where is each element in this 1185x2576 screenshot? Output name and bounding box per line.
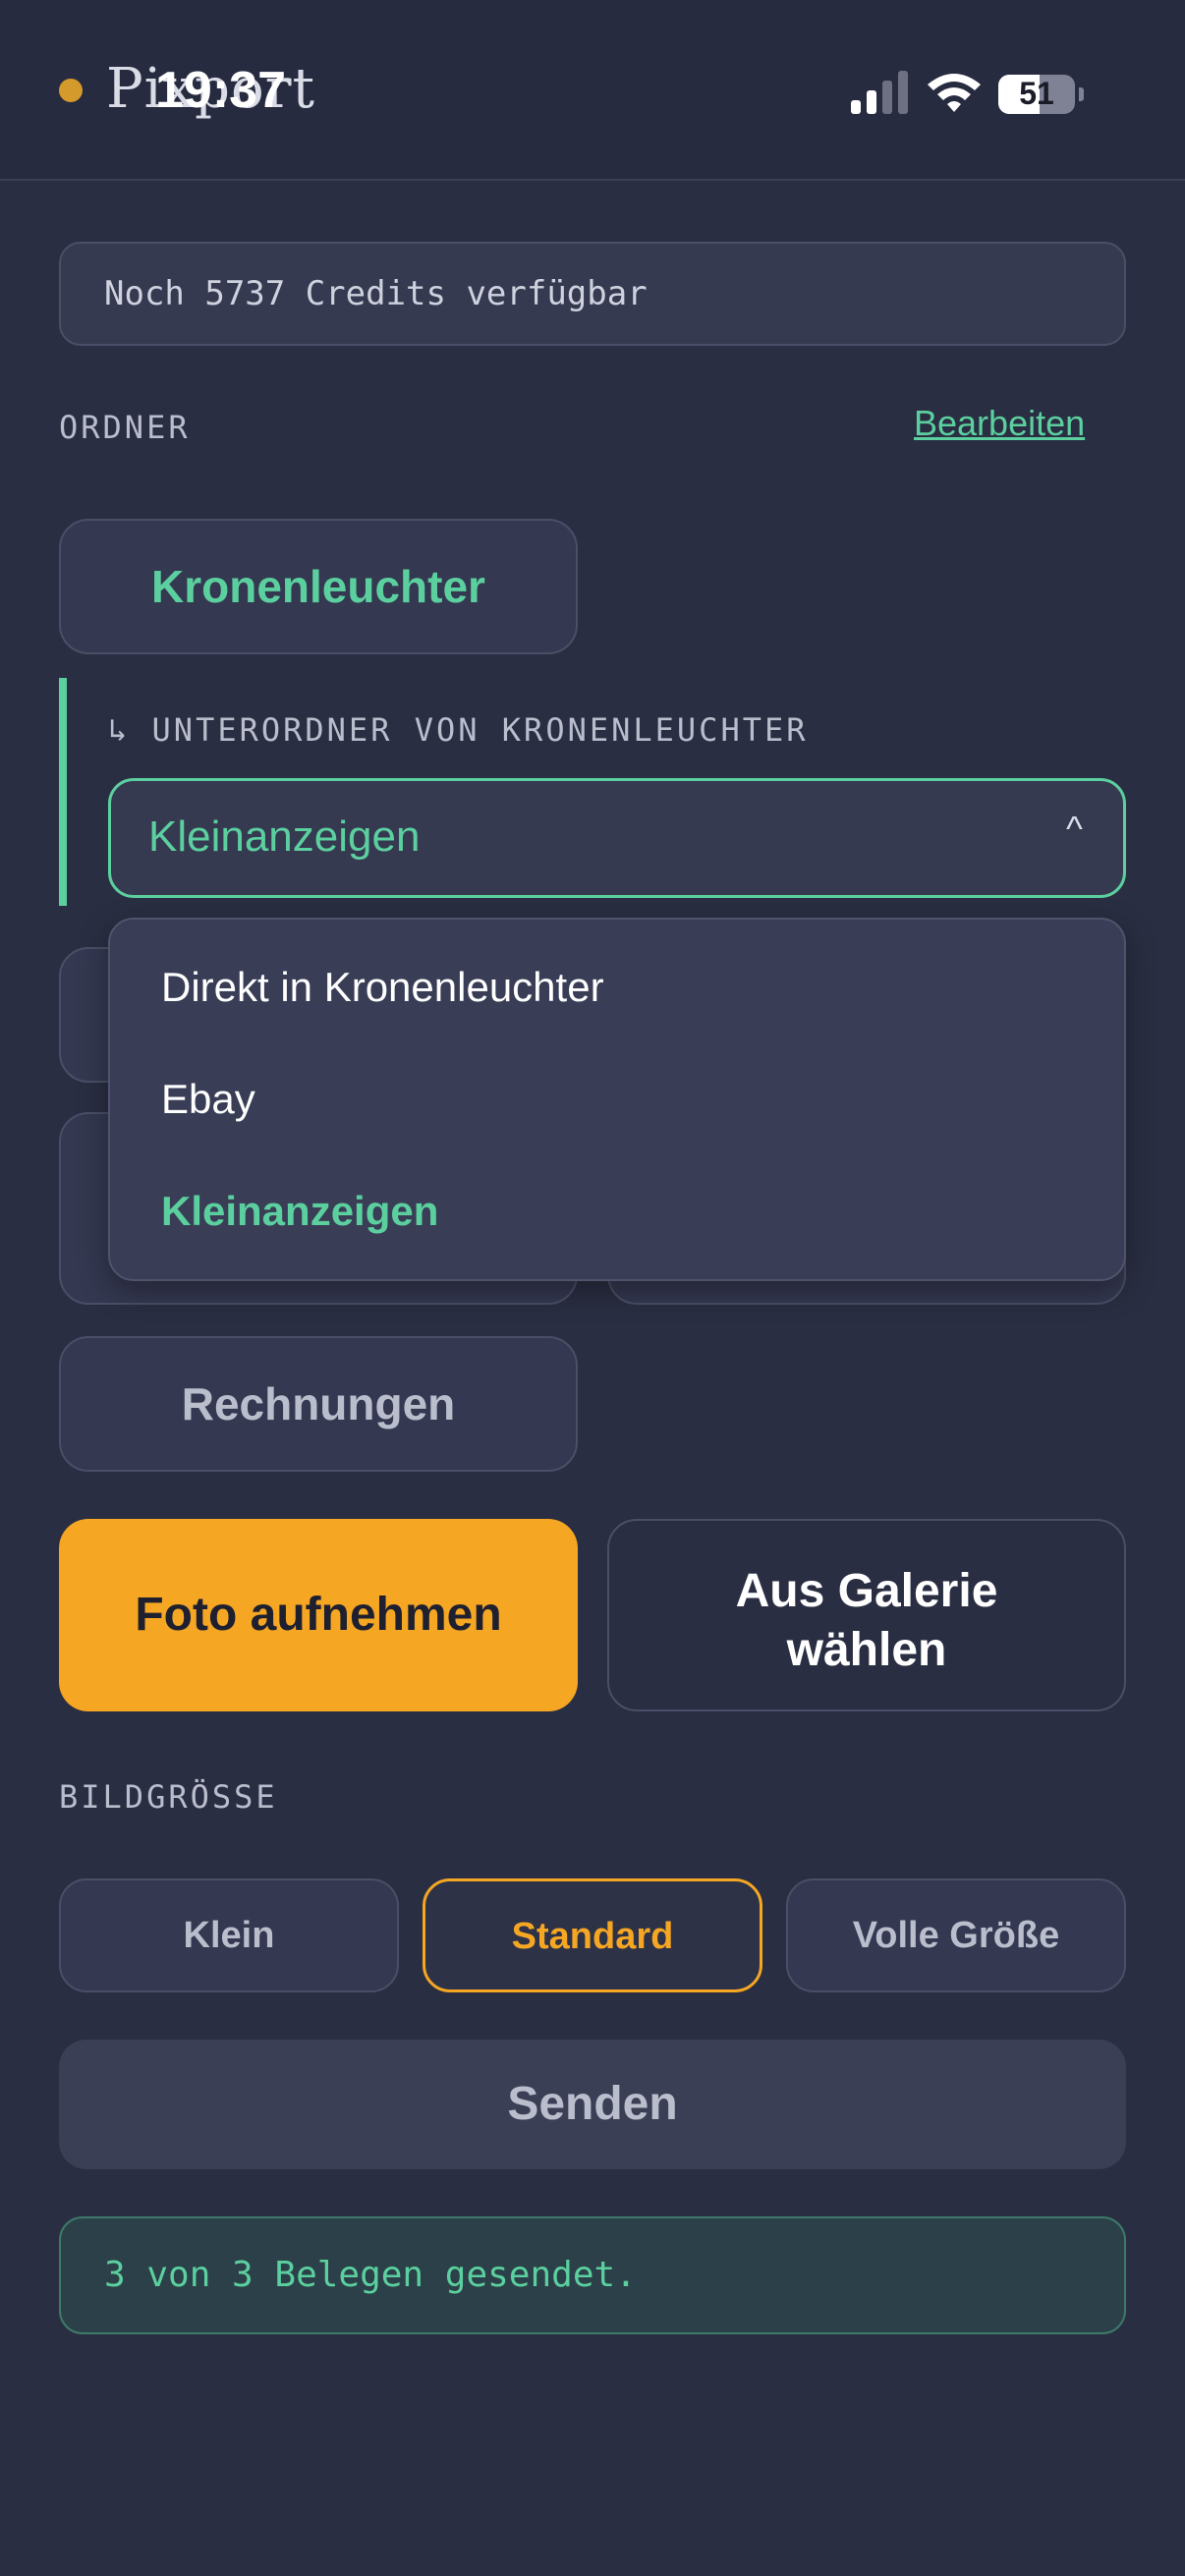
- image-size-section-label: BILDGRÖSSE: [59, 1778, 278, 1816]
- battery-cap: [1079, 87, 1084, 101]
- subfolder-accent-bar: [59, 678, 67, 906]
- subfolder-label: ↳ UNTERORDNER VON KRONENLEUCHTER: [108, 711, 809, 749]
- status-bar-time: 19:37: [155, 62, 286, 119]
- battery-icon: 51: [998, 75, 1084, 114]
- take-photo-button[interactable]: Foto aufnehmen: [59, 1519, 578, 1711]
- subfolder-select-value: Kleinanzeigen: [148, 812, 421, 861]
- dropdown-option-ebay[interactable]: Ebay: [110, 1043, 1124, 1155]
- size-option-full[interactable]: Volle Größe: [786, 1878, 1126, 1992]
- app-header: Pixport 19:37 51: [0, 0, 1185, 181]
- size-option-small[interactable]: Klein: [59, 1878, 399, 1992]
- gallery-label-line1: Aus Galerie: [735, 1565, 998, 1617]
- cellular-signal-icon: [851, 71, 908, 114]
- folders-section-label: ORDNER: [59, 409, 191, 446]
- battery-level: 51: [1019, 76, 1054, 111]
- upload-status-message: 3 von 3 Belegen gesendet.: [59, 2216, 1126, 2334]
- edit-folders-link[interactable]: Bearbeiten: [914, 403, 1085, 444]
- dropdown-option-kleinanzeigen[interactable]: Kleinanzeigen: [110, 1155, 1124, 1267]
- brand-dot-icon: [59, 79, 83, 102]
- choose-from-gallery-button[interactable]: Aus Galerie wählen: [607, 1519, 1126, 1711]
- dropdown-option-direkt[interactable]: Direkt in Kronenleuchter: [110, 931, 1124, 1043]
- send-button[interactable]: Senden: [59, 2040, 1126, 2169]
- chevron-up-icon: ^: [1066, 809, 1083, 849]
- folder-button-kronenleuchter[interactable]: Kronenleuchter: [59, 519, 578, 654]
- wifi-icon: [928, 74, 981, 112]
- folder-button-rechnungen[interactable]: Rechnungen: [59, 1336, 578, 1472]
- subfolder-dropdown: Direkt in Kronenleuchter Ebay Kleinanzei…: [108, 918, 1126, 1281]
- credits-info: Noch 5737 Credits verfügbar: [59, 242, 1126, 346]
- subfolder-select[interactable]: Kleinanzeigen ^: [108, 778, 1126, 898]
- gallery-label-line2: wählen: [786, 1624, 947, 1676]
- size-option-standard[interactable]: Standard: [423, 1878, 762, 1992]
